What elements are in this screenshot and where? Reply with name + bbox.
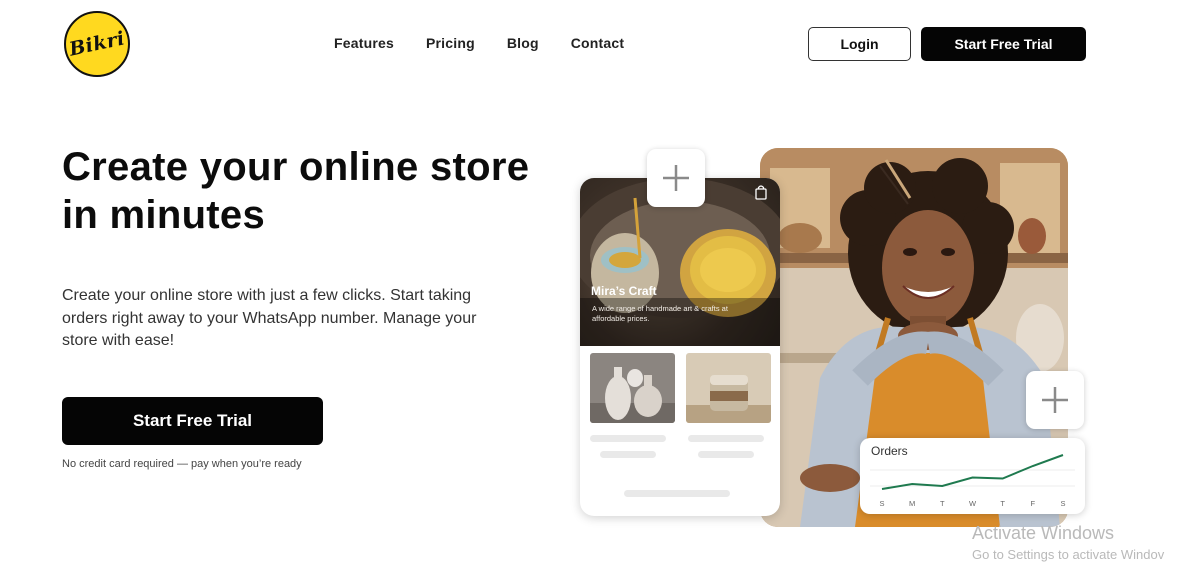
day-label: T: [940, 499, 945, 508]
hero-title: Create your online store in minutes: [62, 145, 530, 237]
plus-icon: [1042, 387, 1068, 413]
day-label: F: [1031, 499, 1036, 508]
plus-icon: [663, 165, 689, 191]
add-item-button-secondary[interactable]: [1026, 371, 1084, 429]
day-label: S: [879, 499, 884, 508]
login-button[interactable]: Login: [808, 27, 911, 61]
hero-start-trial-button[interactable]: Start Free Trial: [62, 397, 323, 445]
store-name: Mira’s Craft: [591, 284, 657, 298]
nav-item-pricing[interactable]: Pricing: [426, 35, 475, 51]
nav-item-contact[interactable]: Contact: [571, 35, 625, 51]
hero-note: No credit card required — pay when you’r…: [62, 458, 302, 470]
product-image-vases[interactable]: [590, 353, 675, 423]
nav-item-features[interactable]: Features: [334, 35, 394, 51]
orders-series-line: [881, 454, 1064, 490]
orders-line-chart: SMTWTFS: [870, 454, 1075, 508]
skeleton-line: [688, 435, 764, 442]
day-label: T: [1000, 499, 1005, 508]
store-tagline: A wide range of handmade art & crafts at…: [592, 304, 728, 323]
day-label: S: [1060, 499, 1065, 508]
activate-windows-subtext: Go to Settings to activate Windov: [972, 547, 1165, 562]
store-preview-card: Mira’s Craft A wide range of handmade ar…: [580, 178, 780, 516]
header-start-trial-button[interactable]: Start Free Trial: [921, 27, 1086, 61]
shopping-bag-icon[interactable]: [754, 184, 768, 205]
skeleton-line: [698, 451, 754, 458]
day-label: W: [969, 499, 977, 508]
day-label: M: [909, 499, 915, 508]
brand-logo[interactable]: Bikri: [64, 11, 130, 77]
add-item-button[interactable]: [647, 149, 705, 207]
hero-description: Create your online store with just a few…: [62, 287, 477, 349]
activate-windows-watermark: Activate Windows: [972, 523, 1115, 543]
skeleton-line: [624, 490, 730, 497]
orders-chart-card: Orders SMTWTFS: [860, 438, 1085, 514]
product-image-jar[interactable]: [686, 353, 771, 423]
main-nav: Features Pricing Blog Contact: [334, 35, 656, 51]
logo-text: Bikri: [67, 27, 127, 61]
nav-item-blog[interactable]: Blog: [507, 35, 539, 51]
skeleton-line: [600, 451, 656, 458]
skeleton-line: [590, 435, 666, 442]
